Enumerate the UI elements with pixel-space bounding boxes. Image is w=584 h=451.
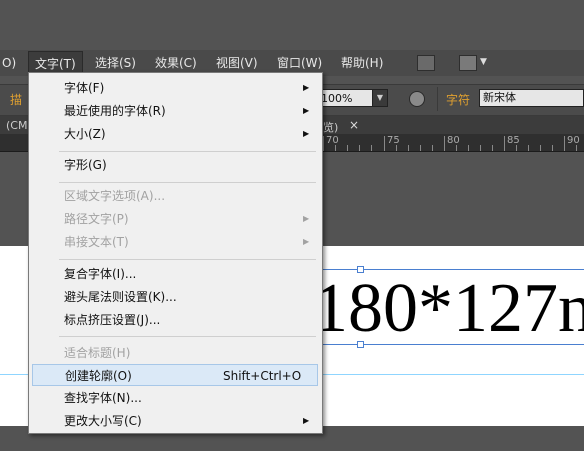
selection-handle[interactable] <box>357 266 364 273</box>
stroke-label: 描 <box>10 93 23 107</box>
ruler-tick <box>384 136 385 151</box>
menu-item-label: 路径文字(P) <box>64 212 129 226</box>
ruler-tick <box>564 136 565 151</box>
submenu-arrow-icon: ▶ <box>303 129 310 138</box>
menu-separator <box>59 182 316 183</box>
menu-item-composite-fonts[interactable]: 复合字体(I)... <box>29 263 320 285</box>
menu-separator <box>59 336 316 337</box>
ruler-tick <box>504 136 505 151</box>
submenu-arrow-icon: ▶ <box>303 214 310 223</box>
tab-document-preview[interactable]: 览) <box>323 119 338 135</box>
arrange-documents-icon[interactable] <box>459 55 477 71</box>
menu-item-label: 创建轮廓(O) <box>65 369 132 383</box>
menu-item-label: 查找字体(N)... <box>64 391 142 405</box>
menu-separator <box>59 259 316 260</box>
arrange-dropdown-icon[interactable]: ▼ <box>480 57 487 67</box>
menu-item-label: 字体(F) <box>64 81 105 95</box>
menu-item-kinsoku-settings[interactable]: 避头尾法则设置(K)... <box>29 286 320 308</box>
font-family-field[interactable]: 新宋体 <box>479 89 584 107</box>
menu-item-label: 最近使用的字体(R) <box>64 104 166 118</box>
selection-handle[interactable] <box>357 341 364 348</box>
zoom-dropdown-icon[interactable]: ▼ <box>372 89 388 107</box>
menu-item-label: 适合标题(H) <box>64 346 131 360</box>
ruler-label: 90 <box>567 135 580 146</box>
menu-item-find-font[interactable]: 查找字体(N)... <box>29 387 320 409</box>
menu-separator <box>59 151 316 152</box>
menu-item-font[interactable]: 字体(F) ▶ <box>29 77 320 99</box>
menu-item-label: 更改大小写(C) <box>64 414 142 428</box>
menu-item-create-outlines[interactable]: 创建轮廓(O) Shift+Ctrl+O <box>32 364 318 386</box>
submenu-arrow-icon: ▶ <box>303 416 310 425</box>
bridge-icon[interactable] <box>417 55 435 71</box>
ruler-tick <box>444 136 445 151</box>
ruler-label: 75 <box>387 135 400 146</box>
submenu-arrow-icon: ▶ <box>303 83 310 92</box>
ruler-label: 80 <box>447 135 460 146</box>
menu-item-change-case[interactable]: 更改大小写(C) ▶ <box>29 410 320 432</box>
menu-help[interactable]: 帮助(H) <box>341 50 383 76</box>
menu-item-label: 标点挤压设置(J)... <box>64 313 161 327</box>
menu-item-label: 大小(Z) <box>64 127 106 141</box>
menu-item-glyphs[interactable]: 字形(G) <box>29 154 320 176</box>
character-label[interactable]: 字符 <box>446 91 470 108</box>
divider <box>437 87 438 111</box>
submenu-arrow-icon: ▶ <box>303 237 310 246</box>
menu-item-threaded-text[interactable]: 串接文本(T) ▶ <box>29 231 320 253</box>
ruler-label: 70 <box>326 135 339 146</box>
ruler-tick <box>323 136 324 151</box>
menu-item-label: 串接文本(T) <box>64 235 129 249</box>
menu-item-size[interactable]: 大小(Z) ▶ <box>29 123 320 145</box>
menu-item-label: 区域文字选项(A)... <box>64 189 166 203</box>
type-menu-dropdown: 字体(F) ▶ 最近使用的字体(R) ▶ 大小(Z) ▶ 字形(G) 区域文字选… <box>28 72 323 434</box>
menu-item-type-on-path[interactable]: 路径文字(P) ▶ <box>29 208 320 230</box>
menu-item-area-type-options[interactable]: 区域文字选项(A)... <box>29 185 320 207</box>
menu-item-fit-headline[interactable]: 适合标题(H) <box>29 342 320 364</box>
submenu-arrow-icon: ▶ <box>303 106 310 115</box>
menu-item-shortcut: Shift+Ctrl+O <box>223 369 302 383</box>
tab-document[interactable]: (CM <box>6 119 27 132</box>
menu-object[interactable]: O) <box>2 50 16 76</box>
menu-item-label: 避头尾法则设置(K)... <box>64 290 177 304</box>
recolor-icon[interactable] <box>409 91 425 107</box>
artboard-text[interactable]: 180*127n <box>313 266 584 352</box>
menu-item-recent-fonts[interactable]: 最近使用的字体(R) ▶ <box>29 100 320 122</box>
menu-item-label: 复合字体(I)... <box>64 267 137 281</box>
ruler-label: 85 <box>507 135 520 146</box>
menu-item-label: 字形(G) <box>64 158 107 172</box>
menu-item-mojikumi-settings[interactable]: 标点挤压设置(J)... <box>29 309 320 331</box>
close-tab-icon[interactable]: × <box>349 118 359 132</box>
